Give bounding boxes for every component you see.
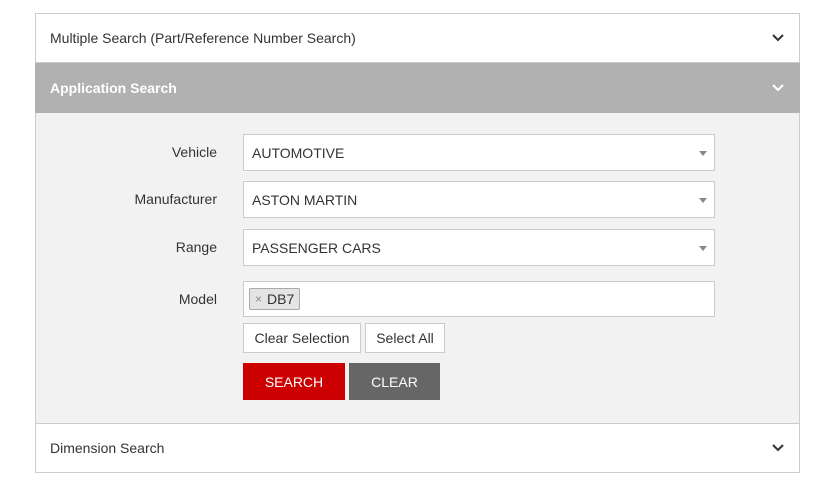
vehicle-label: Vehicle	[171, 144, 217, 160]
vehicle-select-value: AUTOMOTIVE	[252, 144, 345, 161]
model-label: Model	[178, 291, 217, 307]
range-select[interactable]: PASSENGER CARS	[243, 229, 715, 266]
application-search-title: Application Search	[50, 80, 177, 96]
application-search-body: Vehicle AUTOMOTIVE Manufacturer ASTON MA…	[35, 113, 800, 423]
multiple-search-title: Multiple Search (Part/Reference Number S…	[50, 30, 356, 46]
manufacturer-label: Manufacturer	[134, 191, 217, 207]
search-accordion: Multiple Search (Part/Reference Number S…	[35, 13, 800, 473]
clear-button[interactable]: CLEAR	[349, 363, 440, 400]
dimension-search-title: Dimension Search	[50, 440, 165, 456]
clear-selection-button[interactable]: Clear Selection	[243, 323, 361, 353]
dropdown-arrow-icon	[699, 245, 707, 251]
application-search-header[interactable]: Application Search	[35, 63, 800, 113]
model-tag: × DB7	[249, 288, 301, 310]
chevron-down-icon	[771, 441, 785, 455]
model-multiselect[interactable]: × DB7	[243, 281, 715, 317]
range-label: Range	[175, 239, 217, 255]
manufacturer-select[interactable]: ASTON MARTIN	[243, 181, 715, 218]
dropdown-arrow-icon	[699, 150, 707, 156]
range-select-value: PASSENGER CARS	[252, 239, 381, 256]
chevron-down-icon	[771, 31, 785, 45]
dimension-search-header[interactable]: Dimension Search	[35, 423, 800, 473]
chevron-down-icon	[771, 81, 785, 95]
select-all-button[interactable]: Select All	[365, 323, 445, 353]
search-button[interactable]: SEARCH	[243, 363, 345, 400]
model-tag-label: DB7	[267, 291, 295, 307]
manufacturer-select-value: ASTON MARTIN	[252, 191, 358, 208]
vehicle-select[interactable]: AUTOMOTIVE	[243, 134, 715, 171]
multiple-search-header[interactable]: Multiple Search (Part/Reference Number S…	[35, 13, 800, 63]
remove-tag-icon[interactable]: ×	[255, 292, 262, 306]
dropdown-arrow-icon	[699, 197, 707, 203]
